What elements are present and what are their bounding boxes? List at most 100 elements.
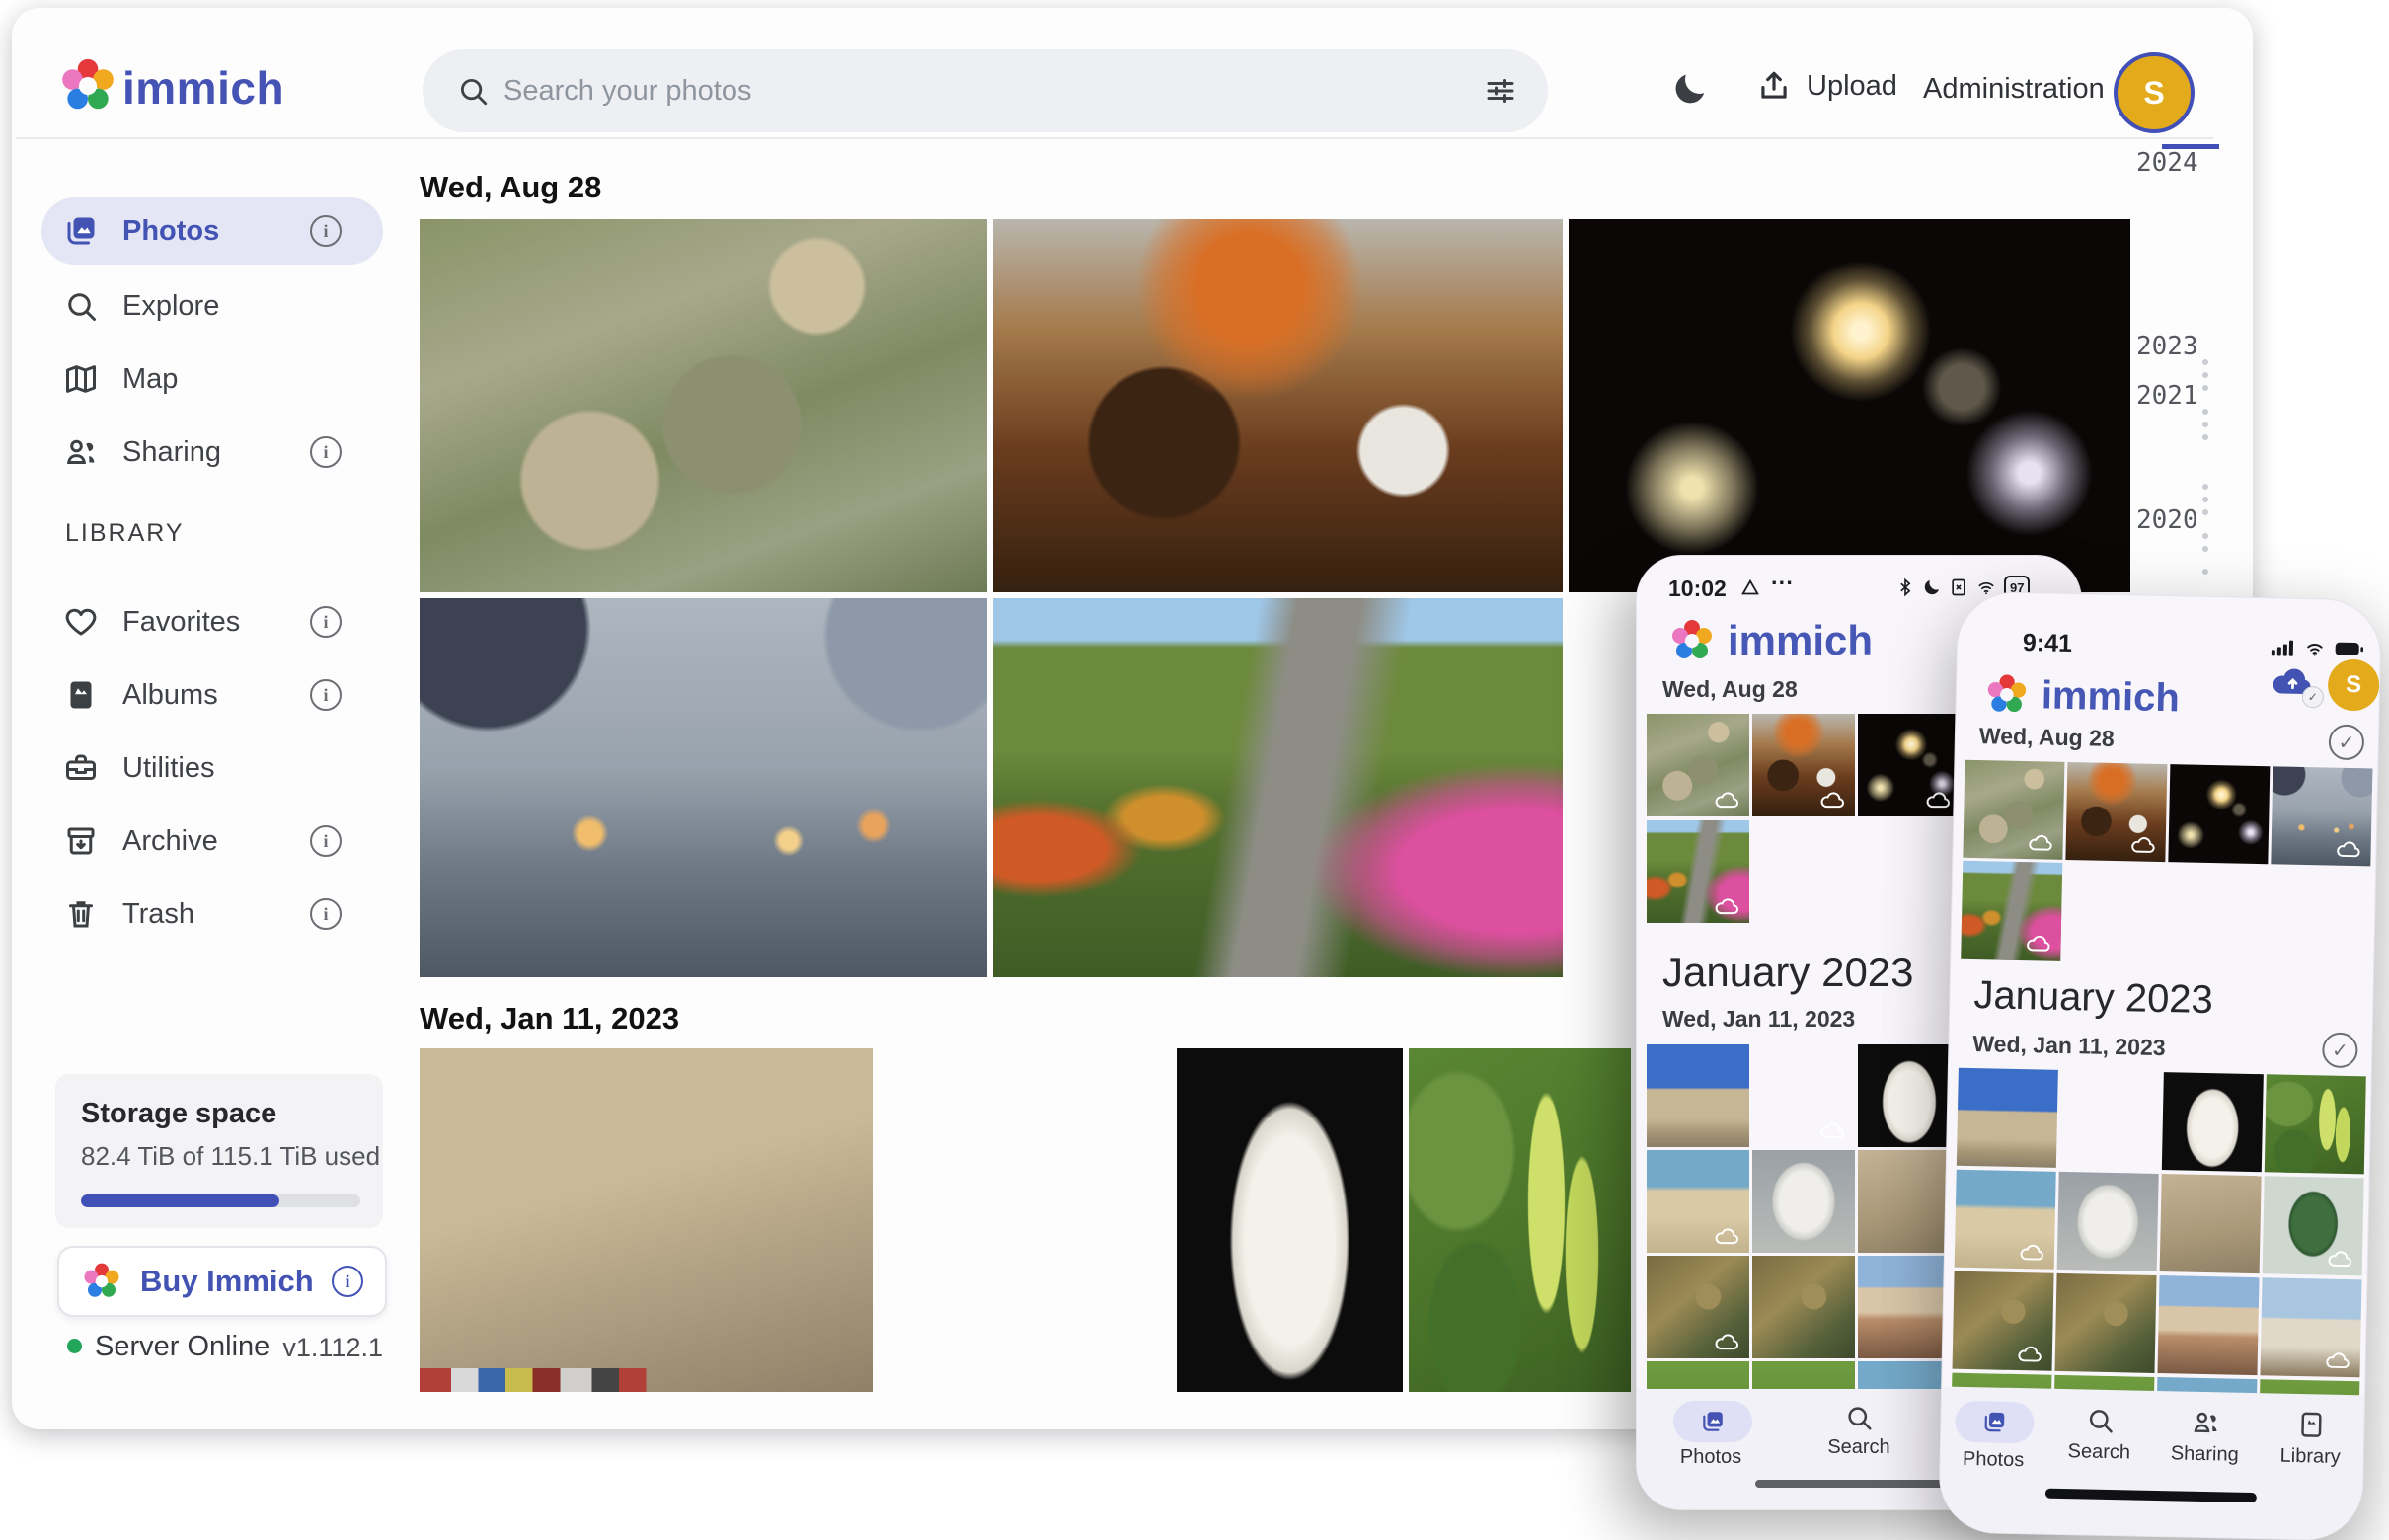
- photo-zoo-monkeys[interactable]: [420, 219, 987, 592]
- select-all-check-icon[interactable]: ✓: [2329, 725, 2365, 761]
- phone2-avatar[interactable]: S: [2328, 658, 2380, 711]
- photo-autumn-garden-path[interactable]: [993, 598, 1563, 977]
- upload-button[interactable]: Upload: [1755, 67, 1897, 105]
- photo-fireworks[interactable]: [1858, 714, 1961, 816]
- photo-autumn-dinner-table[interactable]: [2065, 762, 2167, 862]
- sidebar-item-trash[interactable]: Trash: [41, 881, 383, 948]
- tab-sharing[interactable]: Sharing: [2152, 1391, 2260, 1467]
- photo-beach-coast[interactable]: [1955, 1170, 2056, 1270]
- photo-fortress-walls[interactable]: [1647, 1044, 1749, 1147]
- photo-lizard[interactable]: [1953, 1271, 2054, 1371]
- info-icon[interactable]: [310, 898, 342, 930]
- timeline-year[interactable]: 2024: [2136, 148, 2196, 178]
- photo-lizard[interactable]: [1752, 1256, 1855, 1358]
- sidebar-item-utilities[interactable]: Utilities: [41, 734, 383, 802]
- timeline-tick: [2202, 359, 2208, 365]
- photo-fireworks[interactable]: [2168, 764, 2270, 864]
- sidebar-item-photos[interactable]: Photos: [41, 197, 383, 265]
- photo-marble-bust[interactable]: [2162, 1072, 2264, 1172]
- search-filter-icon[interactable]: [1483, 73, 1518, 109]
- timeline-year[interactable]: 2020: [2136, 505, 2196, 535]
- photo-fortress-walls[interactable]: [1957, 1068, 2058, 1168]
- timeline-year[interactable]: 2021: [2136, 381, 2196, 411]
- photo-zoo-monkeys[interactable]: [1647, 714, 1749, 816]
- photo-sea-grape-berries[interactable]: [1409, 1048, 1631, 1392]
- search-icon: [456, 74, 490, 108]
- photo-autumn-dinner-table[interactable]: [993, 219, 1563, 592]
- photo-autumn-garden-path[interactable]: [1647, 820, 1749, 923]
- home-indicator[interactable]: [2045, 1489, 2257, 1502]
- photo-white-rock[interactable]: [2057, 1172, 2159, 1271]
- photo-fortress-walls[interactable]: [420, 1048, 873, 1392]
- immich-wordmark[interactable]: immich: [122, 61, 284, 115]
- timeline-tick: [2202, 497, 2208, 502]
- photo-coastal-town[interactable]: [879, 1048, 1171, 1392]
- cloud-sync-icon: [2019, 1242, 2048, 1265]
- timeline-tick: [2202, 434, 2208, 440]
- photo-stone-wall[interactable]: [2160, 1174, 2262, 1273]
- photo-sea-grape-berries[interactable]: [2265, 1074, 2366, 1174]
- backup-cloud-button[interactable]: ✓: [2271, 661, 2319, 702]
- sidebar-item-label: Photos: [122, 215, 219, 248]
- photo-holding-hands[interactable]: [2271, 766, 2372, 866]
- info-icon[interactable]: [310, 436, 342, 468]
- photo-green-tree[interactable]: [2263, 1176, 2364, 1275]
- tab-photos[interactable]: Photos: [1940, 1386, 2047, 1472]
- photo-white-rock[interactable]: [1752, 1150, 1855, 1253]
- user-avatar[interactable]: S: [2114, 52, 2195, 133]
- battery-icon: [2335, 642, 2364, 658]
- timeline-tick: [2202, 385, 2208, 391]
- photo-fireworks[interactable]: [1569, 219, 2130, 592]
- sidebar-item-label: Sharing: [122, 436, 221, 469]
- info-icon[interactable]: [310, 215, 342, 247]
- photo-beach-coast[interactable]: [1647, 1150, 1749, 1253]
- tab-search[interactable]: Search: [1785, 1389, 1933, 1459]
- home-indicator[interactable]: [1755, 1480, 1963, 1488]
- sidebar-item-explore[interactable]: Explore: [41, 272, 383, 340]
- photo-holding-hands[interactable]: [420, 598, 987, 977]
- tab-photos[interactable]: Photos: [1637, 1389, 1785, 1469]
- buy-immich-button[interactable]: Buy Immich: [57, 1246, 387, 1317]
- phone1-more-dots: ···: [1771, 570, 1794, 596]
- info-icon[interactable]: [310, 606, 342, 638]
- administration-link[interactable]: Administration: [1923, 73, 2105, 106]
- info-icon[interactable]: [310, 825, 342, 857]
- sidebar-item-archive[interactable]: Archive: [41, 808, 383, 875]
- cloud-sync-icon: [2327, 1249, 2356, 1271]
- storage-progress-fill: [81, 1194, 279, 1207]
- photo-coastal-town[interactable]: [1752, 1044, 1855, 1147]
- photo-lizard[interactable]: [1647, 1256, 1749, 1358]
- photo-zoo-monkeys[interactable]: [1963, 760, 2064, 860]
- sidebar-item-map[interactable]: Map: [41, 346, 383, 413]
- photo-town-buildings[interactable]: [2157, 1275, 2259, 1375]
- phone1-wordmark: immich: [1728, 617, 1873, 664]
- topbar-divider: [16, 137, 2213, 139]
- search-icon: [2085, 1405, 2116, 1435]
- upload-label: Upload: [1807, 70, 1897, 103]
- tab-search[interactable]: Search: [2046, 1389, 2154, 1465]
- search-input[interactable]: Search your photos: [423, 49, 1548, 132]
- sidebar-item-albums[interactable]: Albums: [41, 661, 383, 729]
- photo-marble-bust[interactable]: [1858, 1044, 1961, 1147]
- server-status-label: Server Online: [95, 1331, 270, 1363]
- photo-lizard[interactable]: [2055, 1273, 2157, 1373]
- sidebar-item-favorites[interactable]: Favorites: [41, 588, 383, 655]
- timeline-year[interactable]: 2023: [2136, 332, 2196, 361]
- info-icon[interactable]: [310, 679, 342, 711]
- photo-coastal-town[interactable]: [2059, 1070, 2161, 1170]
- server-version: v1.112.1: [257, 1333, 383, 1363]
- toolbox-icon: [63, 750, 99, 786]
- photo-autumn-dinner-table[interactable]: [1752, 714, 1855, 816]
- tab-library[interactable]: Library: [2258, 1393, 2365, 1469]
- trash-icon: [63, 896, 99, 932]
- select-all-check-icon[interactable]: ✓: [2322, 1032, 2358, 1068]
- theme-toggle-moon-icon[interactable]: [1670, 69, 1710, 109]
- info-icon[interactable]: [332, 1266, 363, 1297]
- photo-autumn-garden-path[interactable]: [1961, 861, 2062, 961]
- sidebar-item-sharing[interactable]: Sharing: [41, 419, 383, 486]
- photo-marble-bust[interactable]: [1177, 1048, 1403, 1392]
- timeline-tick: [2202, 422, 2208, 427]
- immich-logo-icon[interactable]: [57, 55, 118, 116]
- photo-house[interactable]: [2260, 1277, 2361, 1377]
- search-placeholder: Search your photos: [503, 75, 751, 108]
